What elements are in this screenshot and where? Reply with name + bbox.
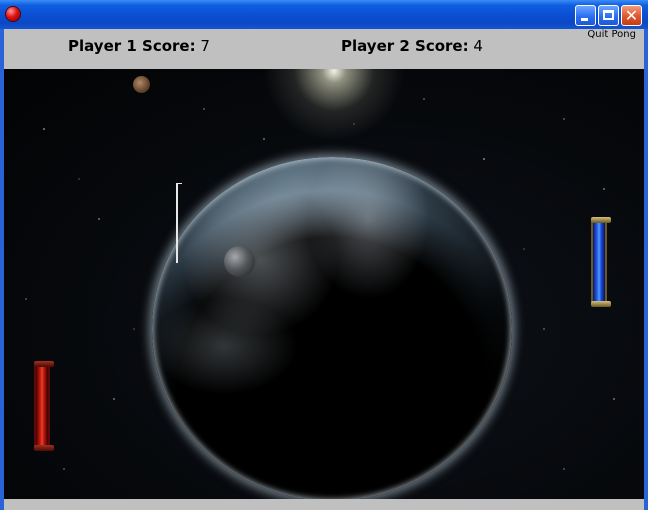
player2-score-value: 4 bbox=[473, 37, 483, 55]
close-icon: ✕ bbox=[624, 6, 639, 25]
close-button[interactable]: ✕ bbox=[621, 5, 642, 26]
paddle-cap bbox=[591, 301, 611, 307]
player1-paddle[interactable] bbox=[34, 361, 54, 451]
game-field[interactable] bbox=[0, 69, 648, 499]
pong-ball bbox=[133, 76, 150, 93]
minimize-icon bbox=[581, 18, 588, 21]
player1-score-label: Player 1 Score: bbox=[68, 37, 196, 55]
ball-trail-tip bbox=[176, 183, 182, 184]
player2-paddle[interactable] bbox=[591, 217, 611, 307]
paddle-cap bbox=[34, 361, 54, 367]
ball-trail bbox=[176, 183, 178, 263]
title-bar[interactable]: ✕ bbox=[0, 0, 648, 29]
paddle-cap bbox=[591, 217, 611, 223]
paddle-cap bbox=[34, 445, 54, 451]
maximize-button[interactable] bbox=[598, 5, 619, 26]
player1-score-value: 7 bbox=[200, 37, 210, 55]
minimize-button[interactable] bbox=[575, 5, 596, 26]
bottom-bar bbox=[0, 499, 648, 510]
planet-clouds bbox=[152, 157, 512, 499]
moon bbox=[224, 246, 255, 277]
quit-pong-button[interactable]: Quit Pong bbox=[587, 29, 636, 40]
maximize-icon bbox=[603, 10, 614, 20]
player2-score: Player 2 Score: 4 bbox=[341, 37, 483, 55]
score-bar: Player 1 Score: 7 Player 2 Score: 4 Quit… bbox=[0, 29, 648, 69]
player1-score: Player 1 Score: 7 bbox=[68, 37, 210, 55]
app-icon bbox=[6, 7, 20, 21]
player2-score-label: Player 2 Score: bbox=[341, 37, 469, 55]
